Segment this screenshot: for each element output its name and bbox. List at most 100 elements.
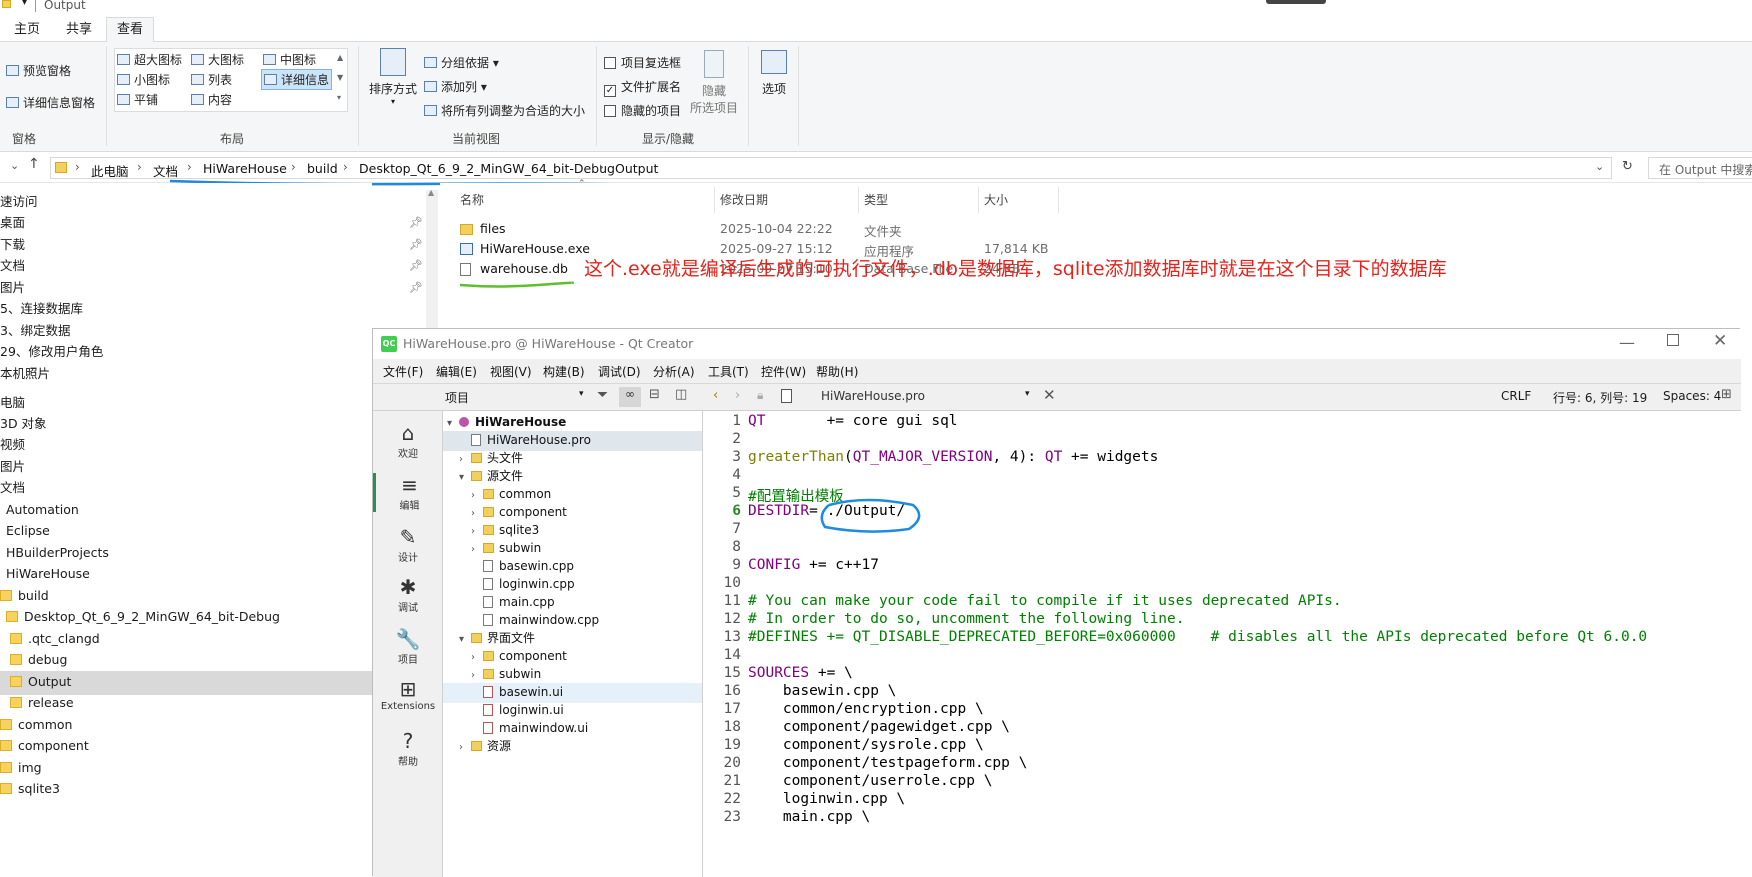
project-tree-item[interactable]: › component (443, 503, 702, 523)
nav-item[interactable]: debug (0, 649, 372, 673)
project-tree-item[interactable]: basewin.ui (443, 683, 702, 703)
hide-selected-button[interactable]: 隐藏 所选项目 (688, 50, 740, 116)
mode-extensions[interactable]: ⊞ Extensions (373, 677, 443, 712)
maximize-icon[interactable] (1667, 334, 1679, 346)
tab-home[interactable]: 主页 (4, 20, 50, 42)
nav-scrollbar[interactable]: ▲ (426, 188, 438, 330)
file-combo-dropdown-icon[interactable]: ▾ (1025, 389, 1030, 399)
details-pane-button[interactable]: 详细信息窗格 (6, 94, 95, 111)
filter-icon[interactable]: ⏷ (597, 387, 608, 403)
nav-item[interactable]: Eclipse (0, 520, 372, 544)
back-icon[interactable]: ‹ (713, 388, 718, 403)
nav-item[interactable]: HiWareHouse (0, 563, 372, 587)
item-checkboxes-toggle[interactable]: 项目复选框 (604, 54, 681, 71)
nav-item[interactable]: 本机照片 (0, 363, 372, 387)
menu-item[interactable]: 帮助(H) (816, 363, 858, 380)
item-checkboxes-checkbox[interactable] (604, 57, 616, 69)
mode-home[interactable]: ⌂ 欢迎 (373, 421, 443, 460)
open-file-combo[interactable]: HiWareHouse.pro (821, 389, 925, 403)
indent-setting[interactable]: Spaces: 4 (1663, 389, 1721, 403)
column-type[interactable]: 类型 (864, 191, 888, 208)
project-tree-item[interactable]: › 头文件 (443, 449, 702, 469)
up-arrow-icon[interactable]: ↑ (28, 156, 40, 172)
add-columns-button[interactable]: 添加列 ▾ (424, 78, 487, 95)
nav-item[interactable]: 29、修改用户角色 (0, 341, 372, 365)
hidden-items-toggle[interactable]: 隐藏的项目 (604, 102, 681, 119)
forward-icon[interactable]: › (735, 388, 740, 403)
column-size[interactable]: 大小 (984, 191, 1008, 208)
project-tree-item[interactable]: basewin.cpp (443, 557, 702, 577)
column-date[interactable]: 修改日期 (720, 191, 768, 208)
mode-debug[interactable]: ✱ 调试 (373, 575, 443, 614)
menu-item[interactable]: 工具(T) (708, 363, 749, 380)
nav-item[interactable]: 桌面 (0, 212, 372, 236)
tab-view[interactable]: 查看 (106, 17, 155, 43)
project-tree-item[interactable]: › 资源 (443, 737, 702, 757)
file-extensions-toggle[interactable]: ✓ 文件扩展名 (604, 78, 681, 97)
menu-item[interactable]: 控件(W) (761, 363, 806, 380)
qt-code-editor[interactable]: 1 QT += core gui sql 2 3 greaterThan(QT_MAJO… (703, 411, 1741, 877)
combo-dropdown-icon[interactable]: ▾ (579, 389, 584, 399)
nav-item[interactable]: Desktop_Qt_6_9_2_MinGW_64_bit-Debug (0, 606, 372, 630)
quick-access-toolbar[interactable]: ▾ (2, 0, 27, 12)
column-divider[interactable] (1058, 187, 1059, 213)
close-sidebar-icon[interactable]: ◫ (675, 387, 687, 402)
minimize-icon[interactable]: — (1619, 333, 1635, 352)
menu-item[interactable]: 文件(F) (383, 363, 423, 380)
hidden-items-checkbox[interactable] (604, 105, 616, 117)
nav-item[interactable]: 文档 (0, 255, 372, 279)
menu-item[interactable]: 构建(B) (543, 363, 585, 380)
address-dropdown-icon[interactable]: ⌄ (1595, 160, 1604, 173)
layout-medium[interactable]: 中图标 (263, 51, 316, 68)
menu-item[interactable]: 分析(A) (653, 363, 695, 380)
menu-item[interactable]: 编辑(E) (436, 363, 477, 380)
column-divider[interactable] (978, 187, 979, 213)
file-extensions-checkbox[interactable]: ✓ (604, 85, 616, 97)
project-tree-item[interactable]: mainwindow.cpp (443, 611, 702, 631)
search-input[interactable]: 在 Output 中搜索 (1648, 157, 1752, 179)
layout-small[interactable]: 小图标 (117, 71, 170, 88)
project-tree-item[interactable]: › component (443, 647, 702, 667)
tab-share[interactable]: 共享 (56, 20, 102, 42)
nav-item[interactable]: component (0, 735, 372, 759)
project-tree-item[interactable]: › subwin (443, 665, 702, 685)
gallery-expand-icon[interactable]: ▾ (337, 93, 341, 102)
preview-pane-button[interactable]: 预览窗格 (6, 62, 71, 79)
column-divider[interactable] (714, 187, 715, 213)
nav-item[interactable]: release (0, 692, 372, 716)
project-tree-item[interactable]: ▾ HiWareHouse (443, 413, 702, 433)
pin-icon[interactable]: 📌︎ (409, 238, 423, 251)
project-tree-item[interactable]: HiWareHouse.pro (443, 431, 702, 451)
split-icon[interactable]: ⊟ (649, 387, 660, 402)
group-by-button[interactable]: 分组依据 ▾ (424, 54, 499, 71)
mode-edit[interactable]: ≡ 编辑 (373, 473, 443, 512)
mode-help[interactable]: ? 帮助 (373, 729, 443, 768)
pin-icon[interactable]: 📌︎ (409, 216, 423, 229)
pin-icon[interactable]: 📌︎ (409, 281, 423, 294)
collapsed-arrow-icon[interactable]: › (459, 738, 471, 757)
project-tree-item[interactable]: loginwin.cpp (443, 575, 702, 595)
project-tree-item[interactable]: › subwin (443, 539, 702, 559)
column-name[interactable]: 名称 (460, 191, 484, 208)
gallery-up-icon[interactable]: ▲ (337, 53, 343, 62)
layout-details[interactable]: 详细信息 (261, 69, 333, 90)
gallery-down-icon[interactable]: ▼ (337, 73, 343, 82)
sort-by-button[interactable]: 排序方式 ▾ (368, 48, 418, 118)
refresh-icon[interactable]: ↻ (1622, 159, 1633, 174)
file-row[interactable]: files 2025-10-04 22:22 文件夹 (460, 221, 1100, 241)
fit-columns-button[interactable]: 将所有列调整为合适的大小 (424, 102, 585, 119)
nav-item[interactable]: 文档 (0, 477, 372, 501)
project-tree-item[interactable]: ▾ 界面文件 (443, 629, 702, 649)
project-tree-item[interactable]: loginwin.ui (443, 701, 702, 721)
dropdown-icon[interactable]: ▾ (22, 0, 27, 8)
project-view-combo[interactable]: 项目 (445, 389, 469, 406)
recent-locations-icon[interactable]: ⌄ (10, 159, 19, 172)
close-icon[interactable]: ✕ (1713, 331, 1727, 351)
nav-item[interactable]: 视频 (0, 434, 372, 458)
cursor-position[interactable]: 行号: 6, 列号: 19 (1553, 389, 1647, 406)
nav-item[interactable]: 5、连接数据库 (0, 298, 372, 322)
breadcrumb-this-pc[interactable]: 此电脑 (91, 161, 129, 180)
project-tree-item[interactable]: › common (443, 485, 702, 505)
project-tree-item[interactable]: › sqlite3 (443, 521, 702, 541)
line-ending[interactable]: CRLF (1501, 389, 1531, 403)
